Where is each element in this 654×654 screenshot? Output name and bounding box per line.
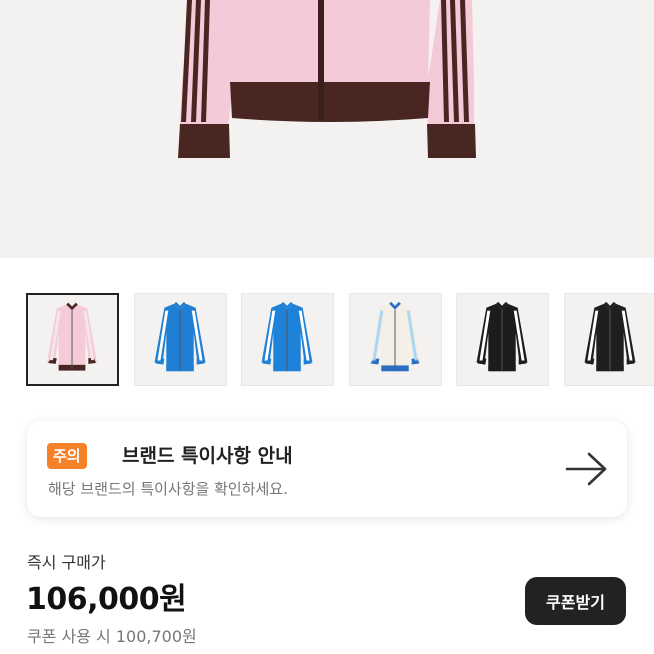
jacket-cream-blue-thumbnail-icon [369, 301, 421, 372]
brand-notice-card[interactable]: 주의 브랜드 특이사항 안내 해당 브랜드의 특이사항을 확인하세요. [27, 421, 627, 517]
jacket-blue-thumbnail-icon [261, 301, 313, 372]
instant-price-label: 즉시 구매가 [27, 553, 106, 572]
notice-subtitle: 해당 브랜드의 특이사항을 확인하세요. [48, 480, 288, 498]
jacket-black-thumbnail-icon [476, 301, 528, 372]
thumbnail-4[interactable] [349, 293, 442, 386]
instant-price: 106,000원 [26, 582, 187, 617]
notice-title: 브랜드 특이사항 안내 [122, 445, 293, 467]
coupon-price-text: 쿠폰 사용 시 100,700원 [27, 627, 197, 646]
warning-badge: 주의 [47, 443, 87, 469]
thumbnail-1[interactable] [26, 293, 119, 386]
product-main-image[interactable] [0, 0, 654, 258]
thumbnail-6[interactable] [564, 293, 654, 386]
jacket-blue-thumbnail-icon [154, 301, 206, 372]
thumbnail-5[interactable] [456, 293, 549, 386]
arrow-right-icon[interactable] [565, 451, 609, 487]
jacket-image [178, 0, 476, 158]
thumbnail-2[interactable] [134, 293, 227, 386]
thumbnail-strip [26, 293, 654, 387]
thumbnail-3[interactable] [241, 293, 334, 386]
jacket-pink-brown-thumbnail-icon [47, 302, 97, 371]
get-coupon-button[interactable]: 쿠폰받기 [525, 577, 626, 625]
jacket-black-thumbnail-icon [584, 301, 636, 372]
